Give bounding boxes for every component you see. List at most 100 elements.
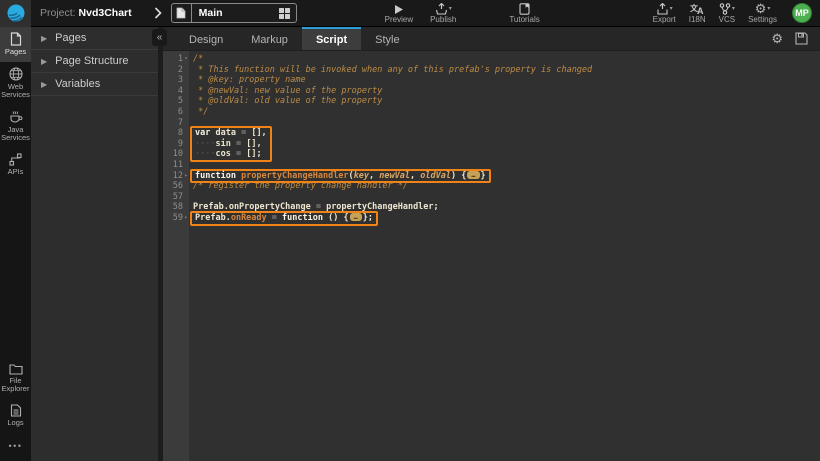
gutter-line-number[interactable]: 2 [163,65,189,76]
export-button[interactable]: ▾ Export [653,2,676,24]
script-editor[interactable]: 1▾23456789101112▸56575859▸ /* * This fun… [163,51,820,461]
folder-icon [9,363,23,375]
code-line[interactable]: * This function will be invoked when any… [193,65,820,76]
gutter-line-number[interactable]: 8 [163,128,189,139]
sidebar-overflow-menu[interactable]: ••• [0,433,31,461]
gutter-line-number[interactable]: 58 [163,202,189,213]
gutter-line-number[interactable]: 12▸ [163,171,189,182]
sidebar-item-java-services[interactable]: Java Services [0,105,31,148]
editor-gutter: 1▾23456789101112▸56575859▸ [163,51,189,461]
pages-grid-icon[interactable] [279,8,290,19]
code-token: * @oldVal: old value of the property [193,96,382,106]
gutter-line-number[interactable]: 59▸ [163,213,189,224]
preview-button[interactable]: Preview [385,2,413,24]
code-fold-widget[interactable]: … [350,213,362,221]
code-token: , [410,171,420,181]
sidebar-item-logs[interactable]: Logs [0,399,31,433]
chevron-down-icon: ▾ [732,5,735,14]
code-token: ···· [195,139,215,149]
tutorials-label: Tutorials [509,15,539,24]
code-fold-widget[interactable]: … [467,171,479,179]
editor-code[interactable]: /* * This function will be invoked when … [189,51,820,461]
sidebar-item-label: Pages [5,48,26,56]
tutorials-button[interactable]: Tutorials [509,2,539,24]
gutter-line-number[interactable]: 56 [163,181,189,192]
sidebar-item-pages[interactable]: Pages [0,27,31,62]
gutter-line-number[interactable]: 6 [163,107,189,118]
panel-section-page-structure[interactable]: ▶ Page Structure [31,50,158,73]
page-selector[interactable]: Main [171,3,297,23]
gutter-line-number[interactable]: 10 [163,149,189,160]
editor-settings-gear-icon[interactable]: ⚙ [771,33,783,45]
svg-text:A: A [697,6,704,15]
main-area: Design Markup Script Style ⚙ 1▾234567891… [163,27,820,461]
gutter-line-number[interactable]: 57 [163,192,189,203]
tab-design[interactable]: Design [175,27,237,50]
code-line[interactable]: Prefab.onReady = function () {…}; [195,213,373,224]
api-icon [9,153,22,166]
gutter-line-number[interactable]: 1▾ [163,54,189,65]
code-line[interactable]: * @key: property name [193,75,820,86]
user-avatar[interactable]: MP [792,3,812,23]
code-token: []; [241,149,261,159]
page-selector-value: Main [192,7,279,19]
gutter-line-number[interactable]: 7 [163,118,189,129]
publish-label: Publish [430,15,456,24]
code-line[interactable]: ····sin = [], [195,139,267,150]
vcs-label: VCS [719,15,735,24]
editor-tab-bar: Design Markup Script Style ⚙ [163,27,820,51]
code-token: function [195,171,236,181]
publish-button[interactable]: ▾ Publish [430,2,456,24]
code-line[interactable]: */ [193,107,820,118]
vcs-button[interactable]: ▾ VCS [719,2,735,24]
panel-section-variables[interactable]: ▶ Variables [31,73,158,96]
page-type-button[interactable] [172,4,192,22]
save-icon[interactable] [795,32,808,45]
gutter-line-number[interactable]: 4 [163,86,189,97]
code-token: onReady [231,213,267,223]
code-line[interactable]: * @oldVal: old value of the property [193,96,820,107]
code-token: data [210,128,241,138]
chevron-down-icon: ▾ [449,5,452,14]
code-token: * This function will be invoked when any… [193,65,592,75]
panel-section-label: Variables [55,78,100,90]
i18n-label: I18N [689,15,706,24]
code-line[interactable]: ····cos = []; [195,149,267,160]
code-line[interactable]: /* [193,54,820,65]
panel-section-pages[interactable]: ▶ Pages [31,27,158,50]
code-line[interactable]: function propertyChangeHandler(key, newV… [195,171,486,182]
chevron-right-icon: ▶ [41,57,47,66]
app-logo[interactable] [0,0,31,27]
wavemaker-logo-icon [7,4,25,22]
tab-script[interactable]: Script [302,27,361,50]
code-line[interactable]: var data = [], [195,128,267,139]
pages-panel: ▶ Pages ▶ Page Structure ▶ Variables [31,27,158,461]
gutter-line-number[interactable]: 11 [163,160,189,171]
chevron-right-icon: ▶ [41,80,47,89]
play-icon [393,4,404,15]
coffee-icon [9,110,23,124]
gutter-line-number[interactable]: 3 [163,75,189,86]
code-line[interactable] [193,118,820,129]
i18n-button[interactable]: 文A I18N [689,2,706,24]
chevron-down-icon: ▾ [670,5,673,14]
sidebar-item-web-services[interactable]: Web Services [0,62,31,105]
code-token: */ [193,107,208,117]
gutter-line-number[interactable]: 5 [163,96,189,107]
code-token: sin [215,139,235,149]
tab-style[interactable]: Style [361,27,413,50]
code-line[interactable]: * @newVal: new value of the property [193,86,820,97]
annotation-highlight-box: Prefab.onReady = function () {…}; [190,211,378,226]
code-token: cos [215,149,235,159]
code-token: propertyChangeHandler [241,171,348,181]
settings-button[interactable]: ⚙▾ Settings [748,2,777,24]
tab-markup[interactable]: Markup [237,27,302,50]
gutter-line-number[interactable]: 9 [163,139,189,150]
collapse-panel-button[interactable]: « [152,29,167,46]
chevron-down-icon: ▾ [767,5,770,14]
code-line[interactable] [193,192,820,203]
sidebar-item-apis[interactable]: APIs [0,148,31,182]
sidebar-item-file-explorer[interactable]: File Explorer [0,358,31,399]
code-token: () { [323,213,349,223]
page-icon [176,7,186,19]
